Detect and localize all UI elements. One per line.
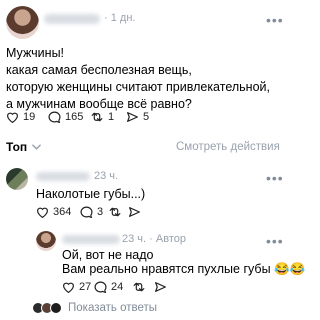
post-author-avatar[interactable] [6,6,39,39]
reply-author-name[interactable] [62,235,120,244]
comment-share-button[interactable] [128,206,141,218]
post-views-count: 5 [143,111,150,123]
post-time-text: 1 дн. [110,12,136,24]
post-line: Мужчины! [6,46,65,60]
reply-like-button[interactable]: 27 [62,281,91,293]
comment-repost-button[interactable] [108,206,122,218]
reply-reply-count: 24 [111,281,124,293]
show-replies-label: Показать ответы [68,302,158,314]
comment-time: 23 ч. [94,170,119,182]
post-time-dot: · [104,12,111,24]
share-arrow-icon [129,207,140,217]
post-comments-button[interactable]: 165 [48,111,83,123]
sort-dropdown[interactable]: Топ [6,140,41,154]
reply-time: 23 ч. [122,233,147,245]
comment-like-button[interactable]: 364 [36,206,71,218]
comment-text: Наколотые губы...) [36,187,146,201]
repost-icon [133,282,145,292]
mini-avatar [50,302,62,314]
post-time: · 1 дн. [104,12,135,24]
reply-share-button[interactable] [154,281,167,293]
reply-author-avatar[interactable] [36,231,56,251]
share-arrow-icon [127,112,138,122]
sort-label: Топ [6,140,28,154]
post-views: 5 [126,111,149,123]
post-author-name[interactable] [44,14,100,24]
repost-icon [109,207,121,217]
comment-icon [48,111,61,123]
reply-like-count: 27 [79,281,92,293]
post-repost-button[interactable]: 1 [90,111,114,123]
reply-line-text: Вам реально нравятся пухлые губы [62,262,271,276]
laughing-emoji-icon: 😂😂 [274,262,306,276]
post-like-count: 19 [23,111,36,123]
heart-icon [7,112,18,123]
comment-more-icon[interactable]: ••• [266,170,284,186]
reply-repost-button[interactable] [132,281,146,293]
post-line: которую женщины считают привлекательной, [6,80,270,94]
show-replies-button[interactable]: Показать ответы [32,302,157,314]
view-actions-link[interactable]: Смотреть действия [176,141,280,153]
reply-meta-dot: · [149,233,156,245]
chevron-down-icon [32,144,41,150]
post-repost-count: 1 [108,111,115,123]
post-line: какая самая бесполезная вещь, [6,63,192,77]
post-body: Мужчины! какая самая бесполезная вещь, к… [6,45,286,113]
post-comment-count: 165 [65,111,84,123]
comment-like-count: 364 [53,206,72,218]
reply-avatars-stack [32,302,62,314]
author-badge: Автор [155,233,186,245]
reply-more-icon[interactable]: ••• [266,233,284,249]
reply-line-2: Вам реально нравятся пухлые губы 😂😂 [62,261,305,278]
comment-author-avatar[interactable] [6,168,28,190]
comment-reply-count: 3 [97,206,104,218]
post-like-button[interactable]: 19 [6,111,35,123]
comment-icon [80,206,93,218]
share-arrow-icon [155,282,166,292]
comment-author-name[interactable] [36,172,90,181]
reply-meta: 23 ч. · Автор [122,233,186,245]
repost-icon [91,112,103,122]
post-more-icon[interactable]: ••• [266,12,284,28]
comment-reply-button[interactable]: 3 [80,206,103,218]
reply-reply-button[interactable]: 24 [94,281,123,293]
comment-icon [94,281,107,293]
heart-icon [37,207,48,218]
heart-icon [63,282,74,293]
